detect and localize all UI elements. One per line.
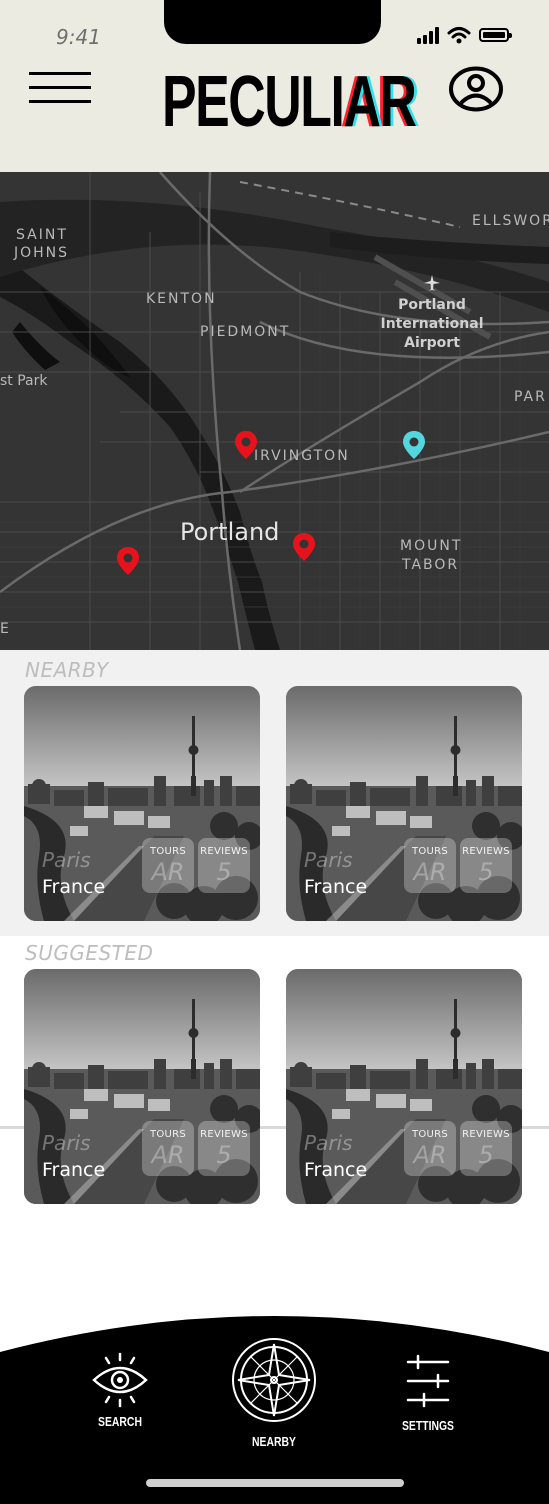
card-city-label: Paris bbox=[42, 848, 91, 872]
logo-accent-text: AR AR AR bbox=[340, 62, 420, 142]
card-tours-value: AR bbox=[151, 858, 185, 886]
battery-icon bbox=[479, 28, 512, 42]
card-tours-tile: TOURS AR bbox=[404, 838, 456, 893]
suggested-card[interactable]: Paris France TOURS AR REVIEWS 5 bbox=[24, 969, 260, 1204]
map-label-parkrose: PAR bbox=[514, 389, 547, 405]
card-tours-value: AR bbox=[413, 1141, 447, 1169]
sliders-icon bbox=[406, 1354, 450, 1408]
card-reviews-label: REVIEWS bbox=[200, 1129, 248, 1140]
compass-icon bbox=[232, 1338, 316, 1422]
card-reviews-value: 5 bbox=[216, 858, 232, 886]
card-country-label: France bbox=[304, 1159, 368, 1181]
map-label-ellsworth: ELLSWOR bbox=[472, 213, 549, 229]
nav-search-label: SEARCH bbox=[98, 1414, 142, 1429]
card-reviews-tile: REVIEWS 5 bbox=[460, 838, 512, 893]
card-tours-tile: TOURS AR bbox=[142, 1121, 194, 1176]
suggested-card[interactable]: Paris France TOURS AR REVIEWS 5 bbox=[286, 969, 522, 1204]
card-country-label: France bbox=[42, 1159, 106, 1181]
map-label-irvington: IRVINGTON bbox=[254, 448, 350, 464]
card-tours-value: AR bbox=[151, 1141, 185, 1169]
nearby-card[interactable]: Paris France TOURS AR REVIEWS 5 bbox=[286, 686, 522, 921]
map-label-saint-johns-2: JOHNS bbox=[14, 245, 70, 261]
nearby-section-title: NEARBY bbox=[25, 658, 109, 682]
card-reviews-value: 5 bbox=[478, 1141, 494, 1169]
map-label-mount-tabor-2: TABOR bbox=[402, 557, 460, 573]
map-pin-red-3[interactable] bbox=[116, 546, 140, 576]
status-icons bbox=[417, 26, 512, 44]
map-label-airport-1: Portland bbox=[398, 297, 466, 313]
map-pin-red-2[interactable] bbox=[292, 532, 316, 562]
wifi-icon bbox=[447, 27, 471, 44]
hamburger-menu-button[interactable] bbox=[29, 72, 91, 106]
suggested-section-title: SUGGESTED bbox=[25, 941, 154, 965]
card-country-label: France bbox=[42, 876, 106, 898]
card-reviews-label: REVIEWS bbox=[200, 846, 248, 857]
map-pin-red-1[interactable] bbox=[234, 430, 258, 460]
app-logo: PECULI AR AR AR bbox=[158, 62, 420, 142]
status-time: 9:41 bbox=[56, 25, 101, 49]
card-tours-label: TOURS bbox=[411, 1129, 449, 1140]
map-label-airport-2: International bbox=[380, 316, 484, 332]
map-label-portland: Portland bbox=[180, 518, 280, 546]
card-reviews-value: 5 bbox=[478, 858, 494, 886]
map-label-mount-tabor-1: MOUNT bbox=[400, 538, 463, 554]
card-reviews-tile: REVIEWS 5 bbox=[460, 1121, 512, 1176]
card-tours-value: AR bbox=[413, 858, 447, 886]
nav-settings-button[interactable]: SETTINGS bbox=[392, 1354, 464, 1433]
home-indicator bbox=[146, 1479, 404, 1487]
map-label-kenton: KENTON bbox=[146, 291, 217, 307]
card-tours-label: TOURS bbox=[149, 1129, 187, 1140]
nav-settings-label: SETTINGS bbox=[401, 1418, 454, 1433]
bottom-nav: SEARCH NEARBY SETTINGS bbox=[0, 1300, 549, 1504]
map-label-piedmont: PIEDMONT bbox=[200, 324, 291, 340]
card-reviews-label: REVIEWS bbox=[462, 846, 510, 857]
nav-nearby-label: NEARBY bbox=[252, 1434, 296, 1449]
map-streets bbox=[0, 172, 549, 650]
eye-icon bbox=[92, 1352, 148, 1408]
map-label-edge: E bbox=[0, 621, 11, 637]
map-label-airport-3: Airport bbox=[404, 335, 460, 351]
profile-icon[interactable] bbox=[448, 66, 504, 112]
cellular-signal-icon bbox=[417, 26, 439, 44]
app-header: 9:41 PECULI AR AR AR bbox=[0, 0, 549, 172]
card-reviews-label: REVIEWS bbox=[462, 1129, 510, 1140]
card-city-label: Paris bbox=[304, 848, 353, 872]
map-view[interactable]: SAINT JOHNS KENTON PIEDMONT ELLSWOR Port… bbox=[0, 172, 549, 650]
card-reviews-tile: REVIEWS 5 bbox=[198, 838, 250, 893]
device-notch bbox=[164, 0, 381, 44]
logo-text: PECULI bbox=[162, 62, 345, 142]
card-reviews-tile: REVIEWS 5 bbox=[198, 1121, 250, 1176]
map-label-saint-johns-1: SAINT bbox=[16, 227, 68, 243]
map-label-park: st Park bbox=[0, 373, 48, 389]
card-tours-tile: TOURS AR bbox=[142, 838, 194, 893]
airport-icon bbox=[424, 275, 440, 291]
map-pin-cyan[interactable] bbox=[402, 430, 426, 460]
card-reviews-value: 5 bbox=[216, 1141, 232, 1169]
nearby-card[interactable]: Paris France TOURS AR REVIEWS 5 bbox=[24, 686, 260, 921]
nav-search-button[interactable]: SEARCH bbox=[82, 1350, 158, 1429]
card-city-label: Paris bbox=[42, 1131, 91, 1155]
card-city-label: Paris bbox=[304, 1131, 353, 1155]
card-tours-label: TOURS bbox=[149, 846, 187, 857]
card-tours-tile: TOURS AR bbox=[404, 1121, 456, 1176]
nav-nearby-button[interactable]: NEARBY bbox=[230, 1336, 318, 1449]
card-tours-label: TOURS bbox=[411, 846, 449, 857]
card-country-label: France bbox=[304, 876, 368, 898]
